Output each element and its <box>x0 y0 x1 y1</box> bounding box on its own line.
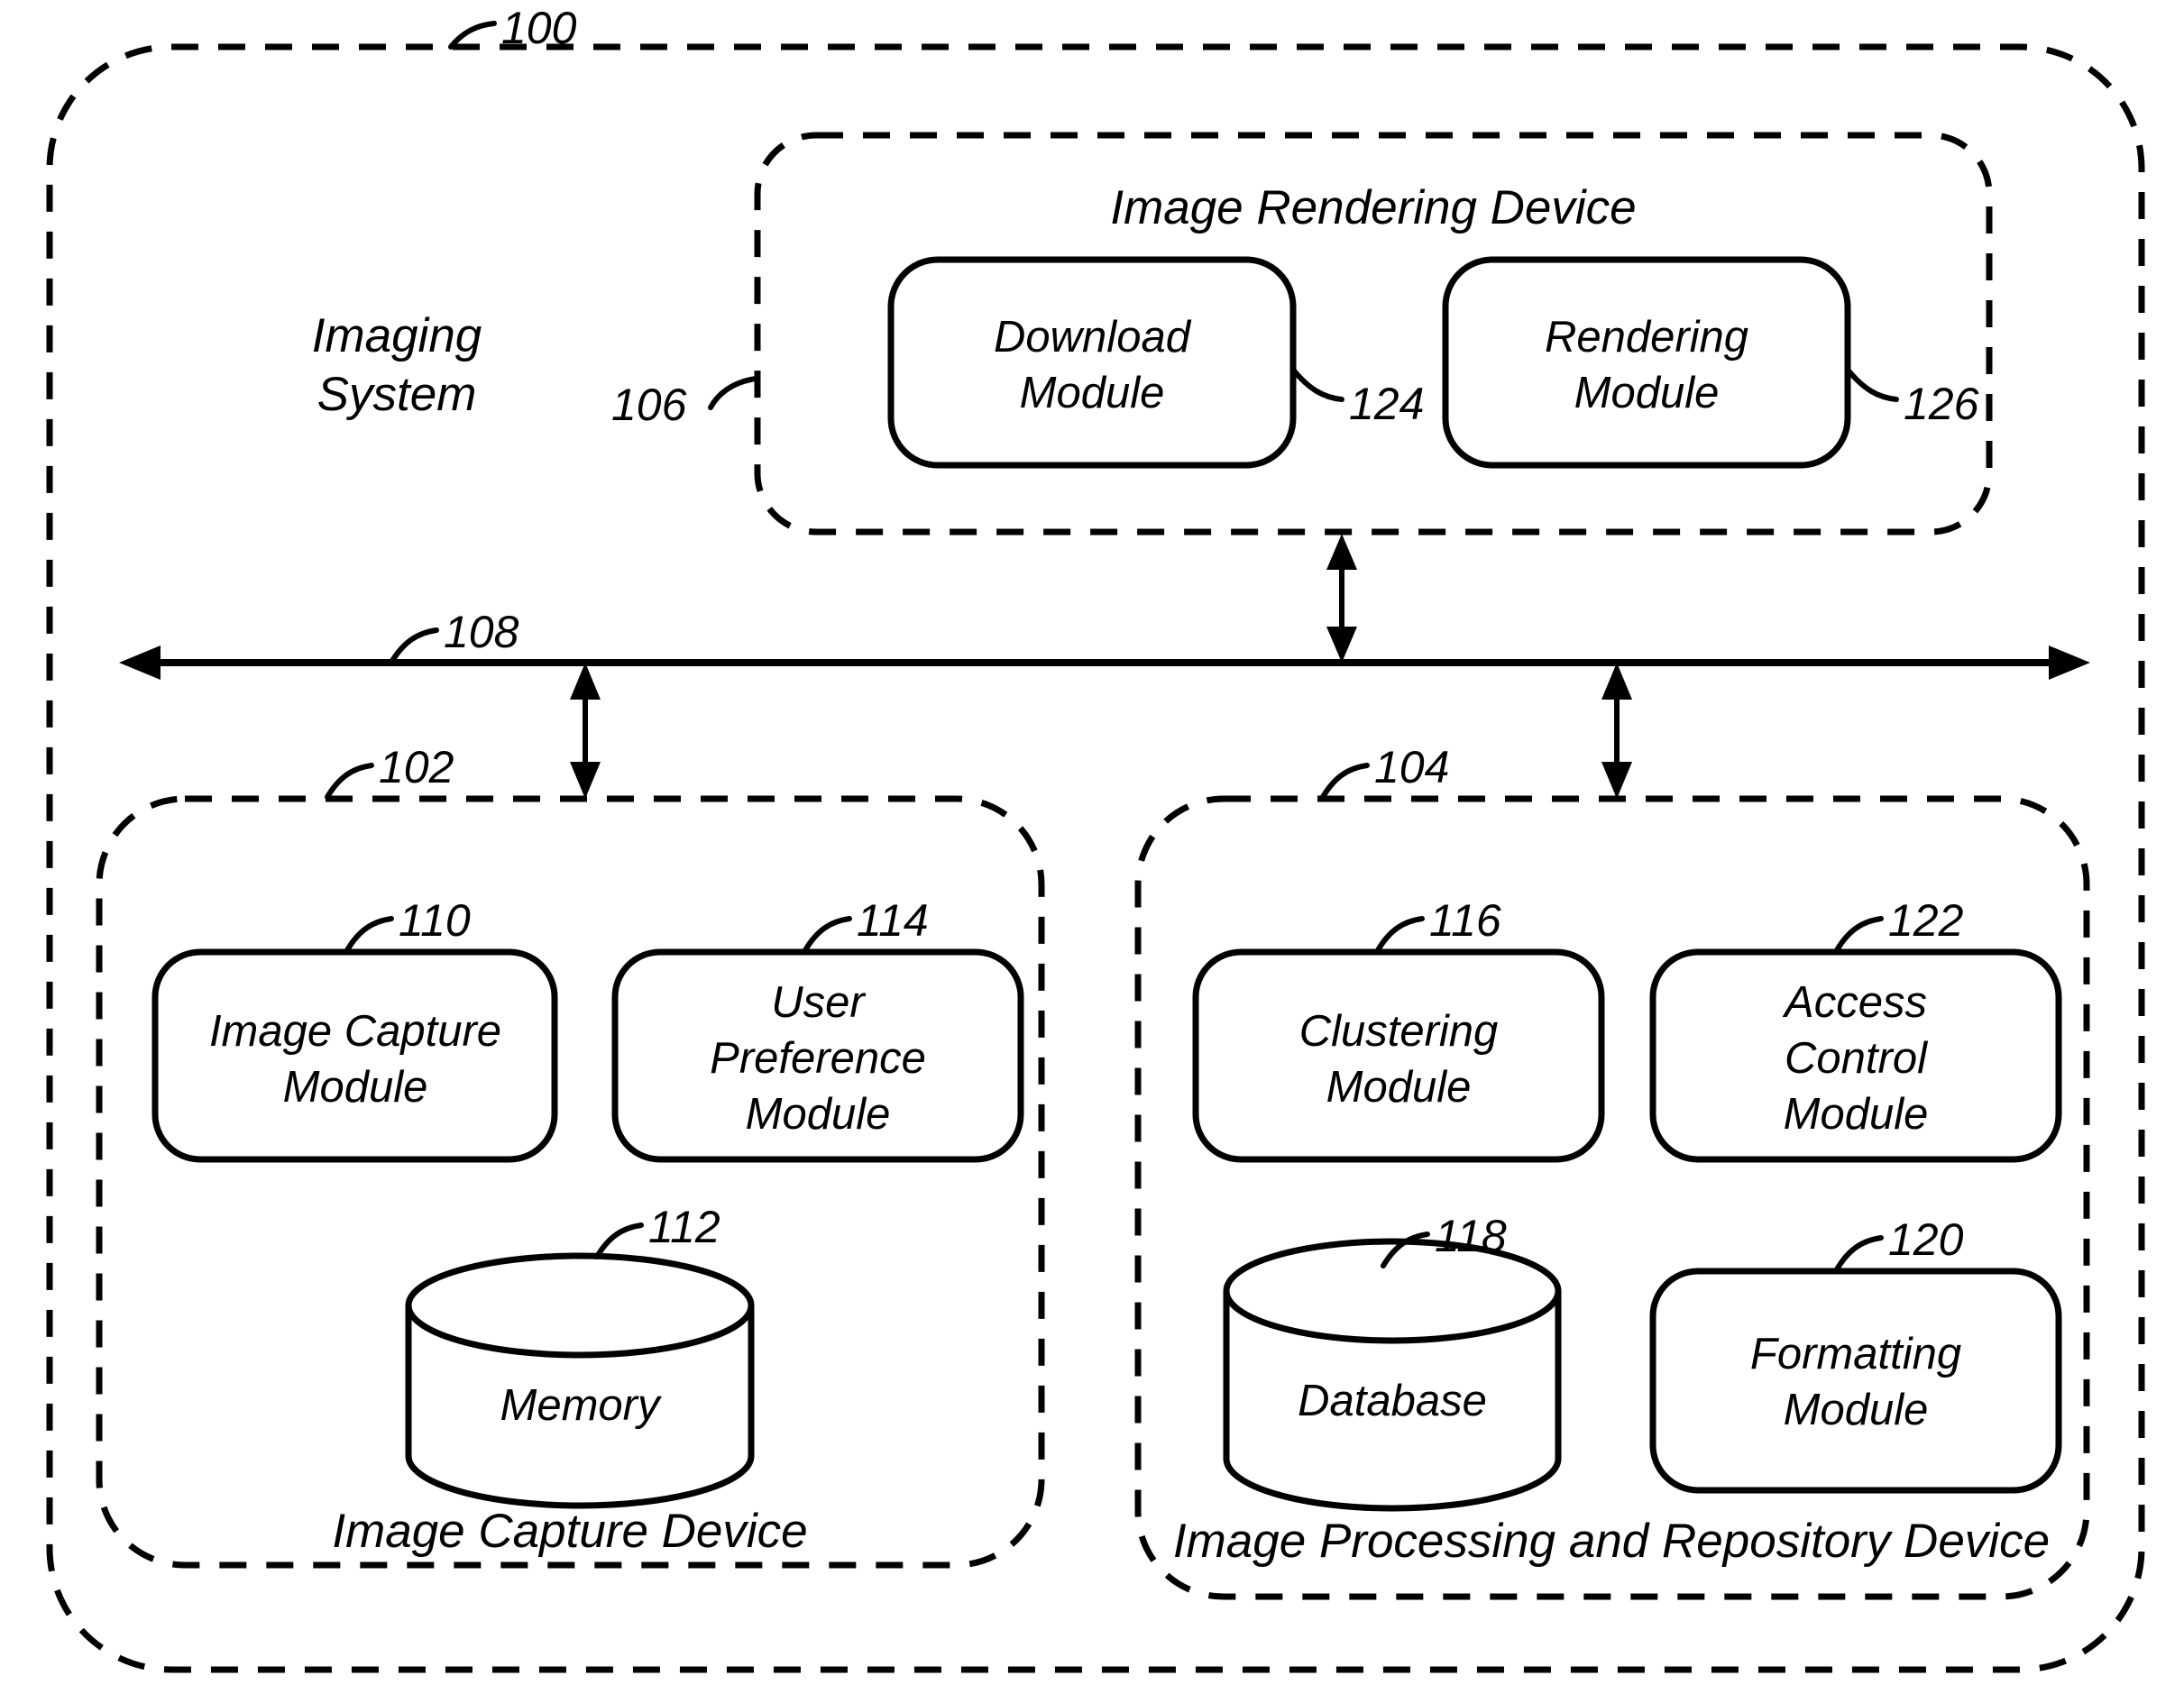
image-processing-device-title: Image Processing and Repository Device <box>1173 1515 2050 1568</box>
ref-number-126: 126 <box>1904 379 1979 429</box>
formatting-module-box[interactable] <box>1649 1268 2062 1494</box>
image-capture-device-title: Image Capture Device <box>332 1505 807 1558</box>
connector-processing-arrow-up <box>1601 663 1632 700</box>
download-module-label-line1: Download <box>994 313 1192 362</box>
ref-number-110: 110 <box>399 895 471 946</box>
ref-number-124: 124 <box>1349 379 1424 429</box>
connector-processing-arrow-down <box>1601 762 1632 799</box>
leader-line-122 <box>1834 916 1884 953</box>
ref-number-102: 102 <box>379 742 454 792</box>
image-capture-module-label-line1: Image Capture <box>209 1007 501 1056</box>
ref-number-106: 106 <box>611 380 687 430</box>
access-control-module-label-line3: Module <box>1784 1090 1929 1139</box>
database-label: Database <box>1298 1377 1487 1425</box>
connector-rendering-arrow-down <box>1326 627 1357 663</box>
leader-line-100 <box>448 21 497 50</box>
image-capture-module-label-line2: Module <box>283 1063 428 1112</box>
clustering-module-label-line1: Clustering <box>1299 1007 1499 1056</box>
ref-number-100: 100 <box>501 3 577 53</box>
leader-line-124 <box>1290 367 1344 402</box>
connector-rendering-arrow-up <box>1326 534 1357 570</box>
user-preference-module-label-line3: Module <box>746 1090 891 1139</box>
clustering-module-box[interactable] <box>1192 948 1605 1163</box>
leader-line-110 <box>344 916 394 953</box>
leader-line-112 <box>594 1222 644 1259</box>
access-control-module-label-line2: Control <box>1785 1034 1928 1083</box>
access-control-module-label-line1: Access <box>1782 978 1927 1027</box>
ref-number-104: 104 <box>1374 742 1449 792</box>
ref-number-114: 114 <box>857 895 929 946</box>
ref-number-120: 120 <box>1888 1214 1964 1265</box>
image-capture-module-box[interactable] <box>151 948 558 1163</box>
memory-cylinder-top[interactable] <box>405 1252 755 1359</box>
imaging-system-label-line1: Imaging <box>312 309 482 362</box>
rendering-module-label-line1: Rendering <box>1545 313 1748 362</box>
user-preference-module-label-line2: Preference <box>710 1034 926 1083</box>
ref-number-112: 112 <box>648 1202 720 1252</box>
download-module-box[interactable] <box>887 256 1297 469</box>
leader-line-114 <box>803 916 852 953</box>
leader-line-106 <box>708 376 758 410</box>
formatting-module-label-line1: Formatting <box>1750 1330 1961 1378</box>
leader-line-104 <box>1320 763 1370 800</box>
bus-arrowhead-right <box>2049 646 2090 680</box>
figure-canvas: 100 Imaging System 106 Image Rendering D… <box>46 3 2145 1673</box>
rendering-module-box[interactable] <box>1442 256 1851 469</box>
ref-number-118: 118 <box>1435 1211 1507 1261</box>
connector-capture-arrow-down <box>570 762 601 799</box>
connector-capture-arrow-up <box>570 663 601 700</box>
rendering-module-label-line2: Module <box>1574 369 1720 417</box>
leader-line-102 <box>325 763 374 800</box>
patent-figure: 100 Imaging System 106 Image Rendering D… <box>0 0 2184 1694</box>
ref-number-122: 122 <box>1888 895 1964 946</box>
ref-number-116: 116 <box>1429 895 1501 946</box>
download-module-label-line2: Module <box>1020 369 1165 417</box>
formatting-module-label-line2: Module <box>1784 1386 1929 1434</box>
leader-line-120 <box>1834 1235 1884 1272</box>
leader-line-108 <box>390 627 439 664</box>
imaging-system-label-line2: System <box>317 368 477 421</box>
leader-line-126 <box>1845 367 1899 402</box>
user-preference-module-label-line1: User <box>771 978 866 1027</box>
ref-number-108: 108 <box>444 607 519 657</box>
memory-label: Memory <box>500 1381 662 1430</box>
image-rendering-device-title: Image Rendering Device <box>1110 181 1636 234</box>
bus-arrowhead-left <box>119 646 161 680</box>
leader-line-116 <box>1375 916 1425 953</box>
clustering-module-label-line2: Module <box>1326 1063 1472 1112</box>
